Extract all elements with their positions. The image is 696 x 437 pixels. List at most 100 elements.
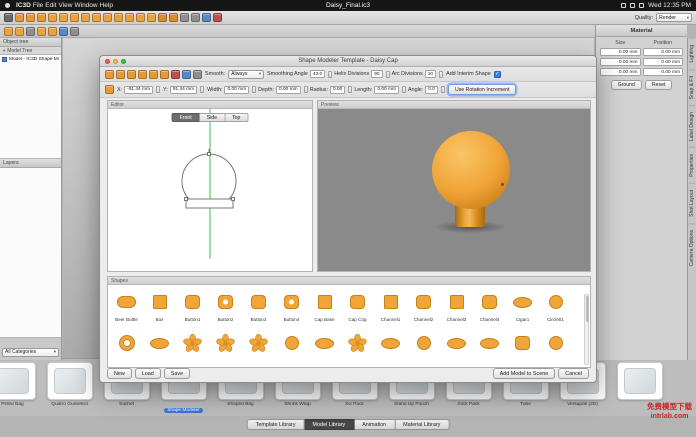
library-item-pillow-bag[interactable]: Pillow Bag [0,359,41,416]
menu-file[interactable]: File [33,2,43,9]
editor-tab-side[interactable]: Side [200,113,225,122]
line-icon[interactable] [138,70,147,79]
shape-tile-ellipse[interactable] [308,328,341,367]
render-icon[interactable] [213,13,222,22]
zoom-button[interactable] [121,59,126,64]
tab-model-library[interactable]: Model Library [305,419,355,430]
pouch-icon[interactable] [136,13,145,22]
length-field[interactable]: 0.00 mm [374,86,399,94]
new-button[interactable]: New [107,368,132,379]
bezier-icon[interactable] [160,70,169,79]
load-button[interactable]: Load [135,368,161,379]
tube-icon[interactable] [147,13,156,22]
camera-icon[interactable] [180,13,189,22]
radius-field-stepper[interactable] [348,86,352,93]
menu-help[interactable]: Help [100,2,113,9]
shape-tile-beer-bottle[interactable]: Beer Bottle [110,287,143,328]
label-icon[interactable] [158,13,167,22]
x-field[interactable]: -91.44 mm [124,86,153,94]
tab-template-library[interactable]: Template Library [247,419,305,430]
shape-tile-channel1[interactable]: Channel1 [374,287,407,328]
arc-divisions-field[interactable]: 10 [425,70,436,78]
smoothing-angle-field-stepper[interactable] [328,71,332,78]
category-filter-select[interactable]: All Categories▾ [2,348,59,357]
open-icon[interactable] [15,27,24,36]
cube-icon[interactable] [48,13,57,22]
shape-tile-flower[interactable] [242,328,275,367]
mirror-icon[interactable] [171,70,180,79]
position-field-2[interactable]: 0.00 mm [643,68,684,76]
side-tab-camera-options[interactable]: Camera Options [689,223,695,272]
preview-canvas[interactable] [318,109,590,271]
editor-tab-top[interactable]: Top [225,113,248,122]
y-stepper[interactable] [200,86,204,93]
reset-button[interactable]: Reset [645,80,673,90]
search-icon[interactable] [639,3,644,8]
axis-icon[interactable] [105,85,114,94]
save-icon[interactable] [26,27,35,36]
shape-tile-button3[interactable]: Button3 [242,287,275,328]
size-field-0[interactable]: 0.00 mm [600,48,641,56]
scrollbar-thumb[interactable] [586,296,589,322]
menu-window[interactable]: Window [74,2,97,9]
shape-tile-box[interactable]: Box [143,287,176,328]
cylinder-icon[interactable] [59,13,68,22]
menu-clock[interactable]: Wed 12:35 PM [648,2,691,9]
shape-tile-flower[interactable] [176,328,209,367]
shape-tile-button4[interactable]: Button4 [275,287,308,328]
shape-tile-channel4[interactable]: Channel4 [473,287,506,328]
bag-icon[interactable] [125,13,134,22]
angle-field-stepper[interactable] [441,86,445,93]
side-tab-properties[interactable]: Properties [689,147,695,183]
editor-tab-front[interactable]: Front [172,113,200,122]
delete-point-icon[interactable] [127,70,136,79]
tab-material-library[interactable]: Material Library [395,419,449,430]
grid-icon[interactable] [193,70,202,79]
smoothing-angle-field[interactable]: 43.0 [310,70,325,78]
tab-animation[interactable]: Animation [354,419,395,430]
apple-icon[interactable] [5,3,10,8]
quality-select[interactable]: Render▾ [656,13,692,22]
measure-icon[interactable] [202,13,211,22]
use-rotation-increment-button[interactable]: Use Rotation Increment [448,84,517,95]
shape-tile-flower[interactable] [209,328,242,367]
x-stepper[interactable] [156,86,160,93]
library-item-quatro-gusseted[interactable]: Quatro Gusseted [41,359,98,416]
position-field-1[interactable]: 0.00 mm [643,58,684,66]
editor-canvas[interactable]: FrontSideTop [108,109,312,271]
pan-icon[interactable] [15,13,24,22]
size-field-2[interactable]: 0.00 mm [600,68,641,76]
settings-icon[interactable] [70,27,79,36]
shapes-scrollbar[interactable] [584,294,589,365]
new-scene-icon[interactable] [4,27,13,36]
export-icon[interactable] [48,27,57,36]
shape-tile-ellipse[interactable] [374,328,407,367]
side-tab-snap-fit[interactable]: Snap & Fit [689,69,695,105]
shape-tile-circle01[interactable]: Circle01 [539,287,572,328]
minimize-button[interactable] [113,59,118,64]
light-icon[interactable] [169,13,178,22]
rotate-icon[interactable] [26,13,35,22]
shape-tile-cap-base[interactable]: Cap Base [308,287,341,328]
cursor-icon[interactable] [4,13,13,22]
snapshot-icon[interactable] [59,27,68,36]
arc-icon[interactable] [149,70,158,79]
width-field[interactable]: 0.00 mm [224,86,249,94]
box-icon[interactable] [114,13,123,22]
shape-tile-circle[interactable] [407,328,440,367]
save-button[interactable]: Save [164,368,190,379]
menu-ic3d[interactable]: IC3D [16,2,31,9]
depth-field[interactable]: 0.00 mm [276,86,301,94]
shape-tile-channel2[interactable]: Channel2 [407,287,440,328]
wifi-icon[interactable] [630,3,635,8]
length-field-stepper[interactable] [402,86,406,93]
angle-field[interactable]: 0.0 [425,86,438,94]
shape-tile-cigar1[interactable]: Cigar1 [506,287,539,328]
side-tab-label-design[interactable]: Label Design [689,105,695,147]
side-tab-lighting[interactable]: Lighting [689,38,695,69]
add-point-icon[interactable] [116,70,125,79]
shape-tile-circle[interactable] [539,328,572,367]
tree-item-model[interactable]: Model - IC3D Shape Mode [2,57,59,62]
model-tree-header[interactable]: ▾ Model Tree [0,47,61,55]
width-field-stepper[interactable] [252,86,256,93]
